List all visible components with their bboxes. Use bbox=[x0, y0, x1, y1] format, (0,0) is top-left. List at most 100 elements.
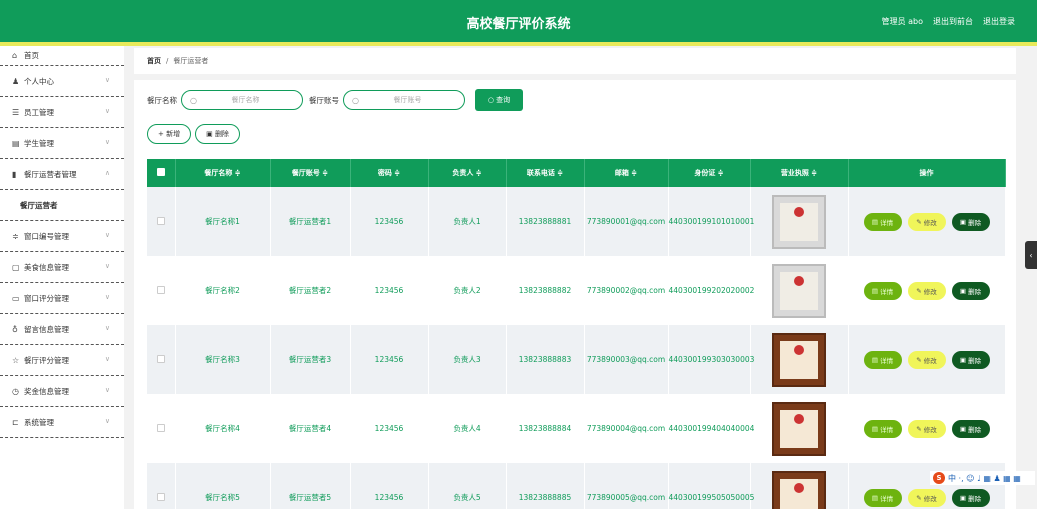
column-header[interactable]: 餐厅名称 ≑ bbox=[175, 159, 271, 187]
sidebar-item-label: 窗口编号管理 bbox=[24, 231, 69, 241]
sidebar-item[interactable]: ▭ 窗口评分管理 ∨ bbox=[0, 283, 124, 314]
cell-phone: 13823888881 bbox=[506, 187, 585, 256]
delete-button[interactable]: ▣ 删除 bbox=[951, 212, 990, 231]
detail-label: 详情 bbox=[880, 287, 894, 296]
search-button[interactable]: ○ 查询 bbox=[475, 89, 523, 111]
edit-label: 修改 bbox=[923, 356, 937, 365]
edit-label: 修改 bbox=[923, 425, 937, 434]
detail-button[interactable]: ▤ 详情 bbox=[863, 488, 902, 507]
search-icon: ○ bbox=[190, 95, 197, 105]
business-license-image[interactable] bbox=[750, 256, 849, 325]
restaurant-account-placeholder: 餐厅账号 bbox=[393, 96, 422, 104]
delete-button[interactable]: ▣ 删除 bbox=[951, 281, 990, 300]
business-license-image[interactable] bbox=[750, 463, 849, 509]
sidebar-item[interactable]: ☆ 餐厅评分管理 ∨ bbox=[0, 345, 124, 376]
sogou-icon[interactable]: S bbox=[933, 472, 945, 484]
sidebar-item[interactable]: ♁ 留言信息管理 ∨ bbox=[0, 314, 124, 345]
row-checkbox[interactable] bbox=[147, 463, 176, 509]
detail-icon: ▤ bbox=[871, 424, 881, 433]
column-header[interactable]: 联系电话 ≑ bbox=[506, 159, 585, 187]
cell-name: 餐厅名称3 bbox=[175, 325, 271, 394]
delete-label: 删除 bbox=[968, 356, 982, 365]
breadcrumb-home[interactable]: 首页 bbox=[147, 56, 161, 66]
cell-pwd: 123456 bbox=[350, 256, 429, 325]
sidebar-item[interactable]: ☰ 员工管理 ∨ bbox=[0, 97, 124, 128]
row-checkbox[interactable] bbox=[147, 187, 176, 256]
detail-icon: ▤ bbox=[871, 286, 881, 295]
detail-button[interactable]: ▤ 详情 bbox=[863, 350, 902, 369]
ime-toolbar: S 中 ·, ☺ ♩ ▦ ♟ ▦ ▦ bbox=[930, 471, 1035, 485]
sidebar-item-label: 美食信息管理 bbox=[24, 262, 69, 272]
sidebar-item[interactable]: ≑ 窗口编号管理 ∨ bbox=[0, 221, 124, 252]
select-all-checkbox[interactable] bbox=[147, 159, 176, 187]
cell-account: 餐厅运营者3 bbox=[270, 325, 351, 394]
column-header[interactable]: 身份证 ≑ bbox=[668, 159, 751, 187]
edit-label: 修改 bbox=[923, 494, 937, 503]
column-header[interactable]: 密码 ≑ bbox=[350, 159, 429, 187]
sidebar-item[interactable]: ▮ 餐厅运营者管理 ∧ bbox=[0, 159, 124, 190]
table-row: 餐厅名称4 餐厅运营者4 123456 负责人4 13823888884 77389000… bbox=[147, 394, 1006, 463]
list-icon: ☰ bbox=[12, 107, 20, 117]
restaurant-account-input[interactable]: ○ 餐厅账号 bbox=[343, 90, 465, 110]
edit-icon: ✎ bbox=[916, 217, 924, 226]
star-icon: ☆ bbox=[12, 355, 20, 365]
add-button[interactable]: + 新增 bbox=[147, 124, 192, 144]
column-header[interactable]: 营业执照 ≑ bbox=[750, 159, 849, 187]
admin-label: 管理员 abo bbox=[881, 17, 923, 26]
column-header[interactable]: 邮箱 ≑ bbox=[584, 159, 669, 187]
sidebar-item[interactable]: 餐厅运营者 bbox=[0, 190, 124, 221]
sidebar-item[interactable]: ◷ 奖金信息管理 ∨ bbox=[0, 376, 124, 407]
detail-button[interactable]: ▤ 详情 bbox=[863, 419, 902, 438]
column-header[interactable]: 操作 bbox=[848, 159, 1006, 187]
restaurant-name-input[interactable]: ○ 餐厅名称 bbox=[181, 90, 303, 110]
delete-button[interactable]: ▣ 删除 bbox=[951, 419, 990, 438]
edit-button[interactable]: ✎ 修改 bbox=[907, 488, 946, 507]
detail-icon: ▤ bbox=[871, 217, 881, 226]
delete-label: 删除 bbox=[968, 287, 982, 296]
edit-button[interactable]: ✎ 修改 bbox=[907, 212, 946, 231]
sidebar-item[interactable]: ♟ 个人中心 ∨ bbox=[0, 66, 124, 97]
ime-tools[interactable]: 中 ·, ☺ ♩ ▦ ♟ ▦ ▦ bbox=[948, 473, 1021, 484]
table-header: 餐厅名称 ≑ 餐厅账号 ≑ 密码 ≑ 负责人 ≑ 联系电话 ≑ 邮箱 ≑ 身份证 ≑ 营业执照… bbox=[147, 159, 1006, 187]
business-license-image[interactable] bbox=[750, 187, 849, 256]
sidebar-item[interactable]: ⌂ 首页 bbox=[0, 46, 124, 66]
edit-button[interactable]: ✎ 修改 bbox=[907, 281, 946, 300]
edit-button[interactable]: ✎ 修改 bbox=[907, 419, 946, 438]
row-checkbox[interactable] bbox=[147, 256, 176, 325]
collapse-handle-icon[interactable]: ‹ bbox=[1025, 241, 1037, 269]
cell-owner: 负责人2 bbox=[428, 256, 507, 325]
chevron-icon: ∨ bbox=[104, 355, 110, 363]
cell-idcard: 440300199303030003 bbox=[668, 325, 754, 394]
row-checkbox[interactable] bbox=[147, 394, 176, 463]
business-license-image[interactable] bbox=[750, 325, 849, 394]
back-to-front-link[interactable]: 退出到前台 bbox=[933, 16, 973, 27]
edit-icon: ✎ bbox=[916, 355, 924, 364]
square-icon: ▢ bbox=[12, 262, 20, 272]
sidebar-item[interactable]: ⊏ 系统管理 ∨ bbox=[0, 407, 124, 438]
edit-icon: ✎ bbox=[916, 424, 924, 433]
column-header[interactable]: 餐厅账号 ≑ bbox=[270, 159, 351, 187]
cell-phone: 13823888883 bbox=[506, 325, 585, 394]
list-panel: 餐厅名称 ○ 餐厅名称 餐厅账号 ○ 餐厅账号 ○ 查询 + 新增 ▣ 删除 餐… bbox=[134, 80, 1016, 509]
sidebar-item-label: 餐厅评分管理 bbox=[24, 355, 69, 365]
trash-icon: ▣ bbox=[959, 286, 969, 295]
detail-button[interactable]: ▤ 详情 bbox=[863, 212, 902, 231]
column-header[interactable]: 负责人 ≑ bbox=[428, 159, 507, 187]
business-license-image[interactable] bbox=[750, 394, 849, 463]
row-checkbox[interactable] bbox=[147, 325, 176, 394]
detail-button[interactable]: ▤ 详情 bbox=[863, 281, 902, 300]
batch-delete-button[interactable]: ▣ 删除 bbox=[195, 124, 240, 144]
detail-label: 详情 bbox=[880, 356, 894, 365]
chevron-icon: ∨ bbox=[104, 386, 110, 394]
edit-button[interactable]: ✎ 修改 bbox=[907, 350, 946, 369]
delete-button[interactable]: ▣ 删除 bbox=[951, 350, 990, 369]
sidebar-item[interactable]: ▢ 美食信息管理 ∨ bbox=[0, 252, 124, 283]
breadcrumb: 首页 / 餐厅运营者 bbox=[134, 48, 1016, 74]
cell-account: 餐厅运营者2 bbox=[270, 256, 351, 325]
edit-label: 修改 bbox=[923, 218, 937, 227]
logout-link[interactable]: 退出登录 bbox=[983, 16, 1015, 27]
row-actions: ▤ 详情 ✎ 修改 ▣ 删除 bbox=[848, 187, 1006, 256]
delete-button[interactable]: ▣ 删除 bbox=[951, 488, 990, 507]
search-label-name: 餐厅名称 bbox=[147, 95, 177, 105]
sidebar-item[interactable]: ▤ 学生管理 ∨ bbox=[0, 128, 124, 159]
